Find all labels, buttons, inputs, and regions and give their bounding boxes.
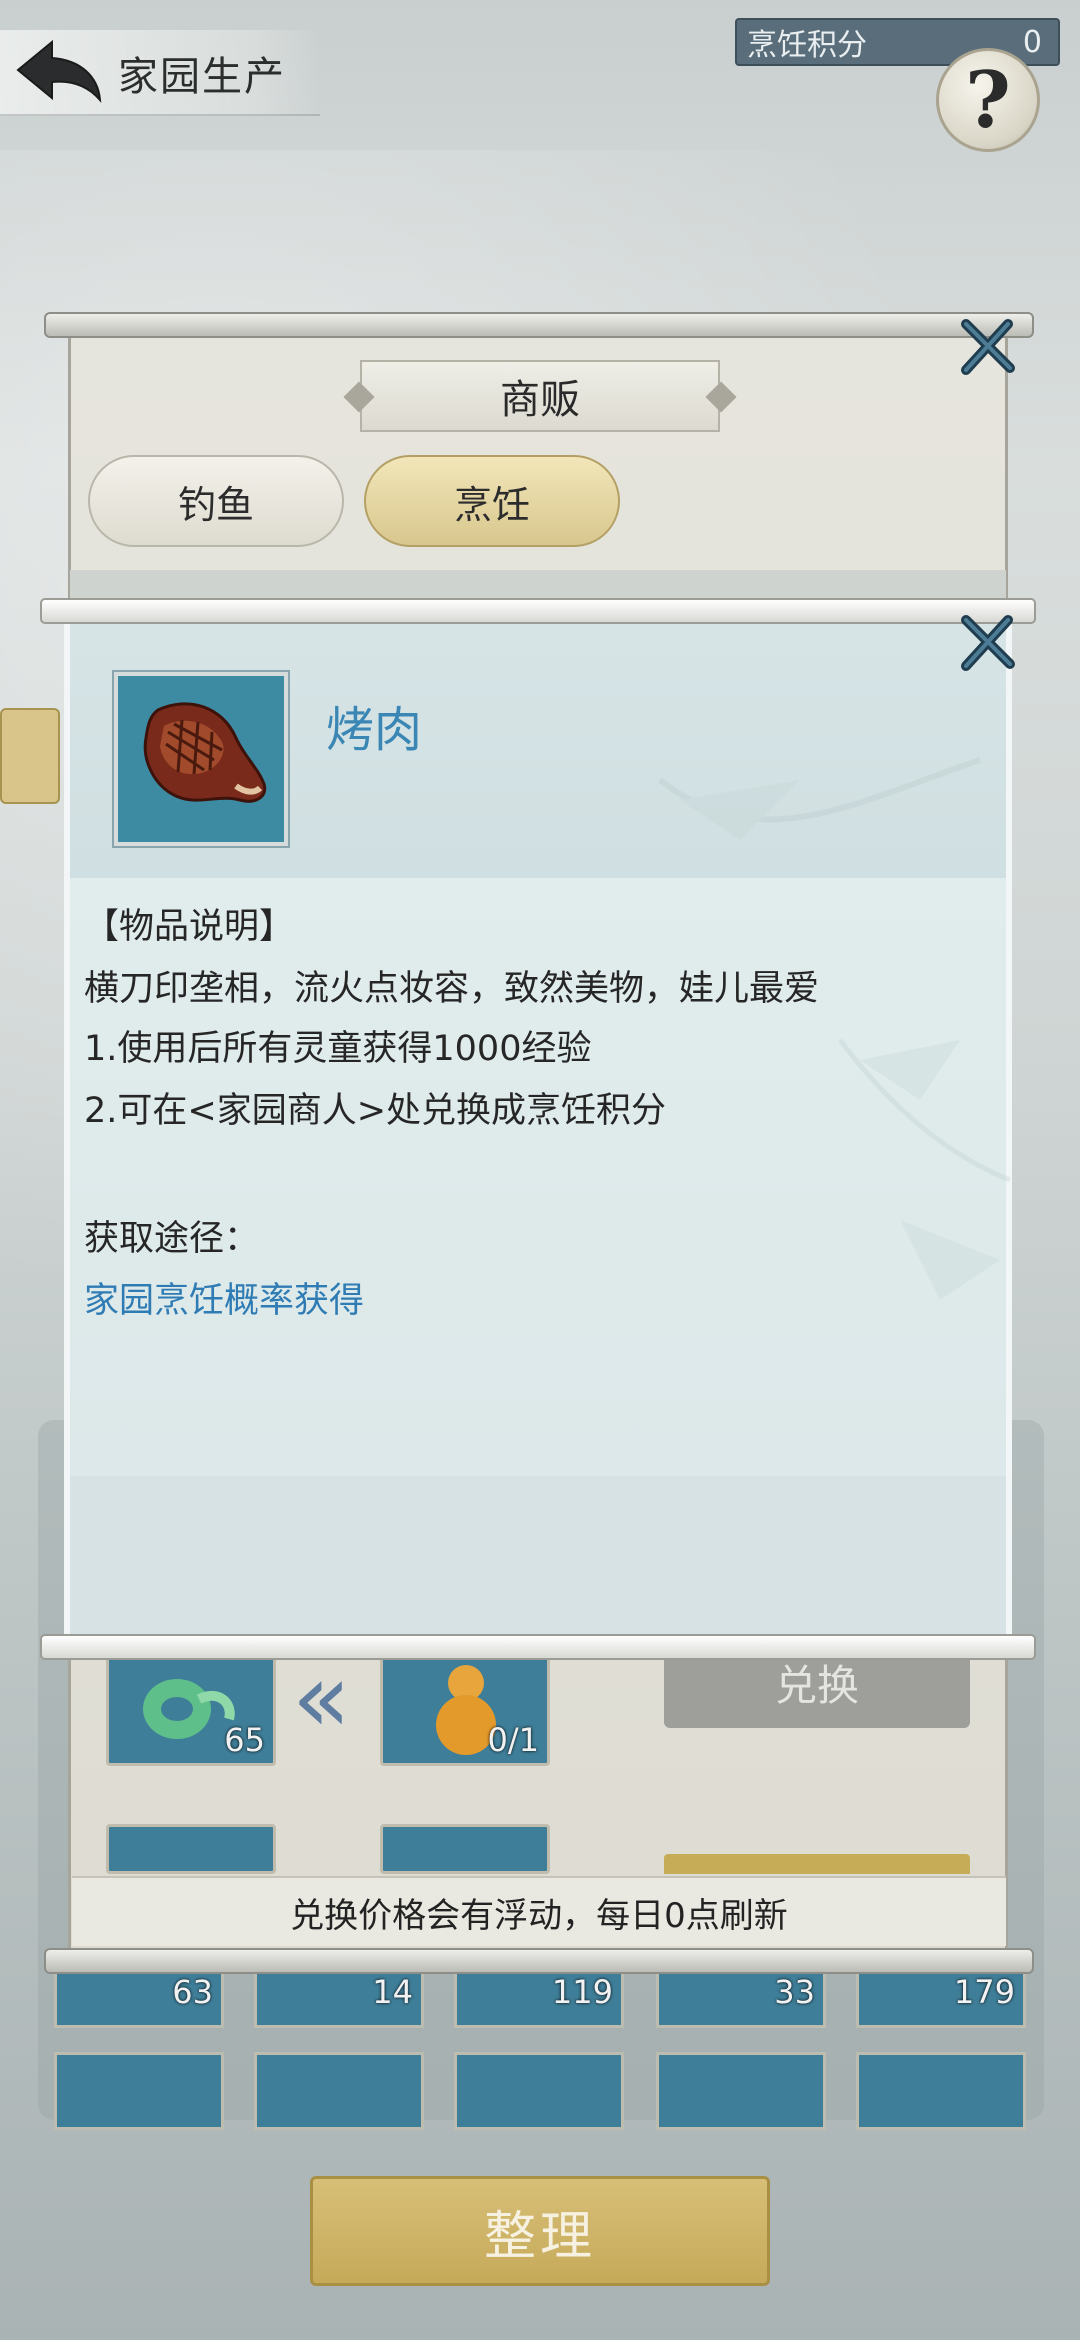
item-description-line: 2.可在<家园商人>处兑换成烹饪积分 [84,1091,667,1131]
inventory-slot[interactable]: 179 [856,1968,1026,2028]
item-name: 烤肉 [326,702,423,758]
inventory-slot[interactable] [454,2052,624,2130]
item-section-title: 【物品说明】 [84,907,295,947]
item-description-line: 横刀印垄相，流火点妆容，致然美物，娃儿最爱 [84,969,820,1009]
close-icon[interactable] [956,316,1018,378]
inventory-slot[interactable]: 119 [454,1968,624,2028]
page-title: 家园生产 [118,54,286,100]
reward-count: 0/1 [487,1721,540,1759]
exchange-arrow-icon: « [292,1642,351,1754]
tab-fishing[interactable]: 钓鱼 [88,455,344,547]
item-count: 119 [551,1973,613,2011]
exchange-reward-slot[interactable] [380,1824,550,1874]
exchange-cost-slot[interactable] [106,1824,276,1874]
exchange-button[interactable] [664,1854,970,1874]
inventory-slot[interactable]: 33 [656,1968,826,2028]
back-arrow-icon[interactable] [14,36,104,106]
cooking-score-value: 0 [1022,24,1042,60]
item-description-line: 1.使用后所有灵童获得1000经验 [84,1029,592,1069]
cost-count: 65 [224,1721,265,1759]
source-link[interactable]: 家园烹饪概率获得 [84,1272,364,1323]
item-count: 63 [172,1973,213,2011]
help-button[interactable]: ? [936,48,1040,152]
arrange-button[interactable]: 整理 [310,2176,770,2286]
cooking-score-label: 烹饪积分 [747,28,867,63]
shop-list-edge [70,570,1006,600]
item-count: 14 [372,1973,413,2011]
scroll-rod-bottom [44,1948,1034,1974]
close-icon[interactable] [956,612,1018,674]
scroll-rod-bottom [40,1634,1036,1660]
source-title: 获取途径： [84,1219,260,1259]
shop-title-text: 商贩 [500,377,580,423]
inventory-slot[interactable] [54,2052,224,2130]
item-detail-footer [70,1476,1006,1634]
item-icon-frame [114,672,288,846]
scroll-rod-top [44,312,1034,338]
item-count: 33 [774,1973,815,2011]
inventory-slot[interactable]: 63 [54,1968,224,2028]
inventory-slot[interactable] [856,2052,1026,2130]
scroll-rod-top [40,598,1036,624]
inventory-slot[interactable]: 14 [254,1968,424,2028]
tab-cooking[interactable]: 烹饪 [364,455,620,547]
roast-meat-icon [143,702,267,803]
inventory-slot[interactable] [656,2052,826,2130]
exchange-reward-slot[interactable]: 0/1 [380,1650,550,1766]
exchange-cost-slot[interactable]: 65 [106,1650,276,1766]
inventory-slot[interactable] [254,2052,424,2130]
side-tab-edge[interactable] [0,708,60,804]
item-count: 179 [953,1973,1015,2011]
question-mark-icon: ? [965,54,1011,146]
shop-footer-note: 兑换价格会有浮动，每日0点刷新 [72,1876,1006,1946]
shop-title: 商贩 [360,360,720,432]
